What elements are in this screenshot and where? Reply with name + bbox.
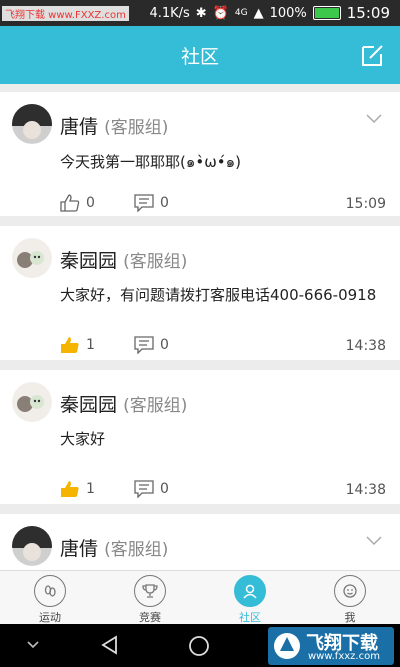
like-button[interactable]: 0 (60, 194, 95, 212)
signal-icon: ▲ (253, 5, 264, 21)
post-card[interactable]: 唐倩 (客服组) 今天我第一耶耶耶(๑•̀ω•́๑) 0 0 15:09 (0, 92, 400, 216)
tab-competition[interactable]: 竞赛 (100, 571, 200, 625)
author-name[interactable]: 唐倩 (客服组) (60, 112, 168, 139)
avatar[interactable] (12, 238, 52, 278)
like-count: 0 (86, 195, 95, 211)
post-content: 大家好 (60, 430, 106, 448)
like-button[interactable]: 1 (60, 480, 95, 498)
system-nav-bar: 飞翔下载 www.fxxz.com (0, 624, 400, 667)
thumbs-up-icon (61, 337, 79, 353)
post-card[interactable]: 唐倩 (客服组) (0, 514, 400, 570)
back-icon[interactable] (100, 635, 120, 655)
like-button[interactable]: 1 (60, 336, 95, 354)
tab-label: 社区 (239, 611, 261, 624)
status-icons: 4.1K/s ✱ ⏰ 4G ▲ 100% 15:09 (149, 4, 390, 22)
avatar[interactable] (12, 382, 52, 422)
post-content: 今天我第一耶耶耶(๑•̀ω•́๑) (60, 153, 242, 171)
thumbs-up-icon (60, 194, 80, 212)
avatar[interactable] (12, 104, 52, 144)
alarm-icon: ⏰ (212, 5, 229, 21)
tab-me[interactable]: 我 (300, 571, 400, 625)
post-card[interactable]: 秦园园 (客服组) 大家好，有问题请拨打客服电话400-666-0918 1 0… (0, 226, 400, 360)
comment-icon (134, 194, 154, 212)
like-count: 1 (86, 481, 95, 497)
footprint-icon (34, 575, 66, 607)
avatar[interactable] (12, 526, 52, 566)
author-name[interactable]: 秦园园 (客服组) (60, 390, 187, 417)
logo-icon (274, 633, 300, 659)
comment-icon (134, 480, 154, 498)
post-time: 14:38 (345, 338, 386, 354)
chevron-down-icon[interactable] (366, 536, 382, 546)
comment-count: 0 (160, 195, 169, 211)
watermark: 飞翔下载 www.FXXZ.com (2, 6, 129, 21)
like-count: 1 (86, 337, 95, 353)
app-header: 社区 (0, 26, 400, 84)
comment-button[interactable]: 0 (134, 194, 169, 212)
tab-sport[interactable]: 运动 (0, 571, 100, 625)
comment-count: 0 (160, 481, 169, 497)
tab-label: 我 (344, 611, 356, 624)
comment-button[interactable]: 0 (134, 480, 169, 498)
author-name[interactable]: 唐倩 (客服组) (60, 534, 168, 561)
battery-percent: 100% (269, 5, 307, 21)
author-name[interactable]: 秦园园 (客服组) (60, 246, 187, 273)
watermark-url: www.fxxz.com (308, 651, 380, 662)
tab-label: 竞赛 (139, 611, 161, 624)
home-icon[interactable] (188, 635, 210, 657)
post-time: 15:09 (345, 196, 386, 212)
compose-icon[interactable] (360, 42, 386, 68)
post-feed[interactable]: 唐倩 (客服组) 今天我第一耶耶耶(๑•̀ω•́๑) 0 0 15:09 秦园园… (0, 84, 400, 570)
chevron-down-icon[interactable] (26, 640, 40, 650)
tab-community[interactable]: 社区 (200, 571, 300, 625)
bottom-tab-bar: 运动 竞赛 社区 我 (0, 570, 400, 625)
status-bar: 飞翔下载 www.FXXZ.com 4.1K/s ✱ ⏰ 4G ▲ 100% 1… (0, 0, 400, 26)
clock: 15:09 (346, 4, 390, 22)
page-title: 社区 (180, 46, 219, 68)
post-content: 大家好，有问题请拨打客服电话400-666-0918 (60, 286, 377, 304)
post-time: 14:38 (345, 482, 386, 498)
thumbs-up-icon (61, 481, 79, 497)
community-icon (234, 575, 266, 607)
tab-label: 运动 (39, 611, 61, 624)
battery-icon (312, 6, 341, 20)
network-speed: 4.1K/s (149, 5, 190, 21)
comment-count: 0 (160, 337, 169, 353)
smiley-icon (334, 575, 366, 607)
comment-icon (134, 336, 154, 354)
site-watermark: 飞翔下载 www.fxxz.com (268, 627, 394, 665)
network-type: 4G (234, 8, 248, 18)
chevron-down-icon[interactable] (366, 114, 382, 124)
bluetooth-icon: ✱ (195, 5, 207, 21)
comment-button[interactable]: 0 (134, 336, 169, 354)
post-card[interactable]: 秦园园 (客服组) 大家好 1 0 14:38 (0, 370, 400, 504)
trophy-icon (134, 575, 166, 607)
